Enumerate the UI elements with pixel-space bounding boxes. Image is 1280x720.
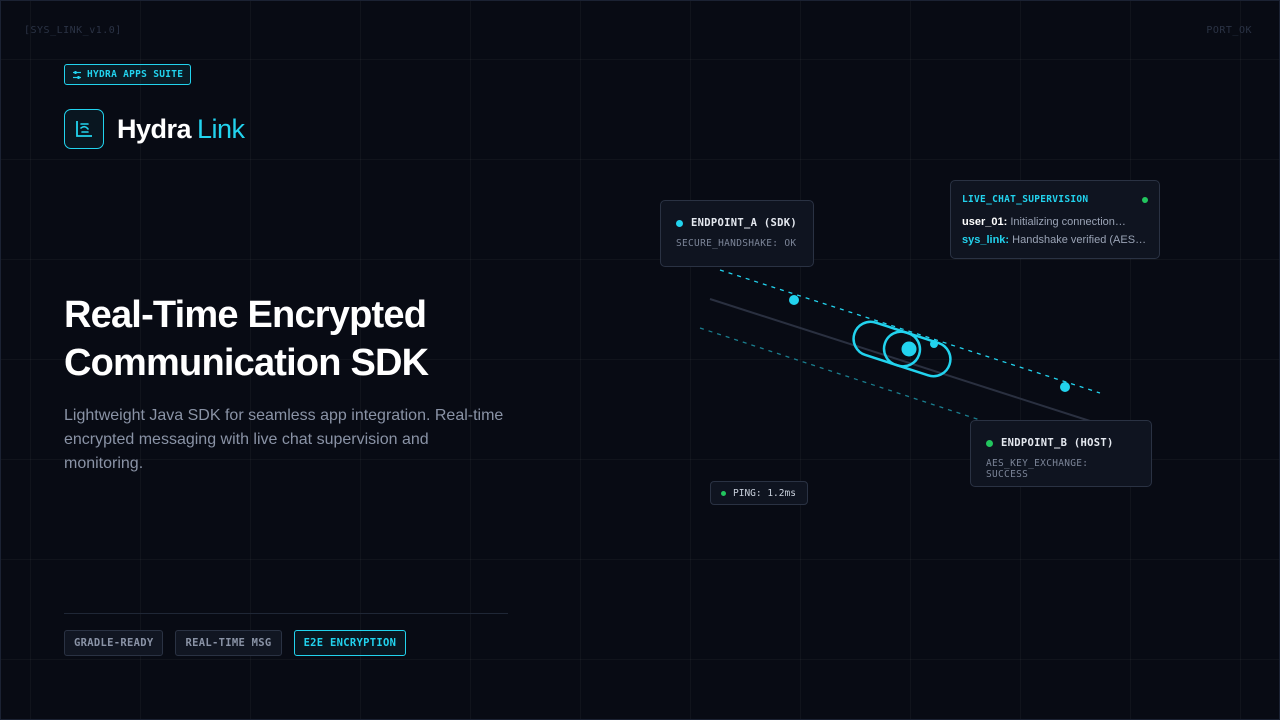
suite-badge[interactable]: HYDRA APPS SUITE <box>64 64 192 85</box>
status-dot <box>986 439 993 447</box>
tag-e2e-encryption[interactable]: E2E ENCRYPTION <box>293 630 407 656</box>
sliders-icon <box>73 70 81 79</box>
page-title: Real-Time Encrypted Communication SDK <box>64 291 534 387</box>
ping-label: PING: 1.2ms <box>733 487 796 499</box>
chat-sender: sys_link: <box>962 234 1010 246</box>
title-line-2: Communication SDK <box>64 342 429 384</box>
data-packet-1 <box>789 295 799 305</box>
endpoint-a-card[interactable]: ENDPOINT_A (SDK) SECURE_HANDSHAKE: OK <box>660 200 814 267</box>
brand-name: Hydra <box>117 113 192 144</box>
endpoint-b-card[interactable]: ENDPOINT_B (HOST) AES_KEY_EXCHANGE: SUCC… <box>970 420 1152 487</box>
live-chat-card[interactable]: LIVE_CHAT_SUPERVISION user_01: Initializ… <box>950 180 1160 259</box>
chat-sender: user_01: <box>962 216 1008 228</box>
tag-list: GRADLE-READY REAL-TIME MSG E2E ENCRYPTIO… <box>64 630 407 656</box>
brand[interactable]: Hydra Link <box>64 109 245 149</box>
endpoint-b-title: ENDPOINT_B (HOST) <box>1001 437 1114 449</box>
corner-label-left: [SYS_LINK_v1.0] <box>24 25 122 36</box>
corner-label-right: PORT_OK <box>1206 25 1252 36</box>
chat-text: Handshake verified (AES-… <box>1012 234 1148 246</box>
connection-line-dashed-top <box>719 269 1101 394</box>
connection-line-solid <box>709 298 1091 422</box>
tag-real-time-msg[interactable]: REAL-TIME MSG <box>175 630 282 656</box>
endpoint-a-status: SECURE_HANDSHAKE: OK <box>676 238 797 249</box>
link-chain-icon <box>852 320 952 378</box>
data-packet-3 <box>1060 382 1070 392</box>
chat-text: Initializing connection… <box>1010 216 1126 228</box>
ping-dot <box>721 490 726 496</box>
status-dot <box>676 219 683 227</box>
suite-badge-label: HYDRA APPS SUITE <box>87 69 184 80</box>
endpoint-b-status: AES_KEY_EXCHANGE: SUCCESS <box>986 458 1089 480</box>
chat-card-title: LIVE_CHAT_SUPERVISION <box>962 194 1089 205</box>
brand-accent: Link <box>197 113 245 144</box>
data-packet-2 <box>930 340 938 348</box>
chart-logo-icon <box>76 121 92 137</box>
chat-message: user_01: Initializing connection… <box>962 216 1148 228</box>
brand-logo <box>64 109 104 149</box>
ping-indicator: PING: 1.2ms <box>710 481 808 505</box>
page-subtitle: Lightweight Java SDK for seamless app in… <box>64 407 504 472</box>
online-dot <box>1142 196 1148 203</box>
title-line-1: Real-Time Encrypted <box>64 294 427 336</box>
divider <box>64 613 508 614</box>
tag-gradle-ready[interactable]: GRADLE-READY <box>64 630 164 656</box>
connection-line-dashed-bottom <box>699 327 981 421</box>
chat-message: sys_link: Handshake verified (AES-… <box>962 234 1148 246</box>
link-center-node <box>901 341 917 357</box>
endpoint-a-title: ENDPOINT_A (SDK) <box>691 217 797 229</box>
